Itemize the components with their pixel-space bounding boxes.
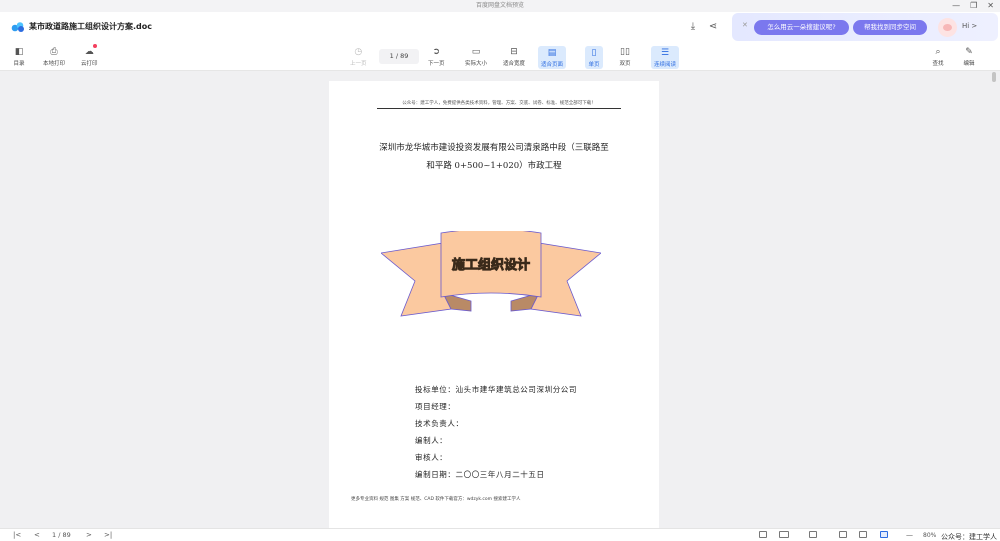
first-page-icon[interactable]: |< — [13, 530, 21, 541]
window-controls: — ❐ ✕ — [952, 0, 994, 12]
sidebar-icon: ◧ — [14, 46, 24, 57]
fit-page-icon: ▤ — [547, 47, 557, 58]
arrow-up-circle-icon: ◷ — [354, 46, 363, 57]
local-print-label: 本地打印 — [43, 61, 66, 67]
field-project-manager: 项目经理： — [415, 402, 456, 411]
continuous-label: 连续阅读 — [654, 62, 677, 68]
field-date: 编制日期：二〇〇三年八月二十五日 — [415, 470, 545, 479]
field-reviewer: 审核人： — [415, 453, 448, 462]
page-header: 公众号：建工学人，免费提供各类技术资料，管理、方案、交底、试卷、标准、规范全部可… — [377, 100, 621, 109]
single-page-icon: ▯ — [591, 47, 597, 58]
last-page-icon[interactable]: >| — [104, 530, 112, 541]
window-title: 百度网盘文档预览 — [475, 2, 524, 9]
bottom-nav-bar: |< < 1 / 89 > >| — 80% — [0, 528, 1000, 541]
prev-page-button[interactable]: ◷ 上一页 — [350, 46, 367, 68]
close-icon[interactable]: ✕ — [987, 0, 994, 12]
document-fields: 投标单位：汕头市建华建筑总公司深圳分公司 项目经理： 技术负责人： 编制人： 审… — [415, 381, 577, 483]
single-page-label: 单页 — [588, 62, 600, 68]
next-page-button[interactable]: ➲ 下一页 — [428, 46, 445, 68]
watermark: 公众号：建工学人 — [941, 533, 997, 541]
fit-page-label: 适合页面 — [541, 62, 564, 68]
pencil-icon: ✎ — [965, 46, 973, 57]
ai-assistant-banner: ✕ 怎么用云一朵搜建议呢? 帮我找到同步空间 Hi > — [732, 13, 998, 41]
zoom-out-icon[interactable]: — — [906, 530, 913, 541]
scroll-view-icon[interactable] — [809, 531, 817, 538]
assistant-greeting[interactable]: Hi > — [962, 22, 977, 30]
cloud-print-button[interactable]: ☁ 云打印 — [81, 44, 98, 67]
next-page-label: 下一页 — [428, 61, 445, 67]
project-title-line-2: 和平路 0+500~1+020）市政工程 — [426, 161, 562, 171]
notification-dot — [93, 44, 98, 48]
continuous-read-button[interactable]: ☰ 连续阅读 — [651, 46, 680, 69]
title-ribbon-banner: 施工组织设计 — [381, 231, 601, 317]
window-title-bar: 百度网盘文档预览 — [0, 0, 1000, 12]
fit-width-label: 适合宽度 — [503, 61, 526, 67]
arrow-right-circle-icon: ➲ — [432, 46, 441, 57]
vertical-scrollbar[interactable] — [992, 72, 996, 82]
fit-page-button[interactable]: ▤ 适合页面 — [538, 46, 567, 69]
cloud-printer-icon: ☁ — [83, 44, 98, 57]
close-banner-icon[interactable]: ✕ — [742, 21, 748, 29]
toc-button[interactable]: ◧ 目录 — [13, 46, 25, 68]
assistant-avatar[interactable] — [938, 18, 957, 37]
baidu-netdisk-logo-icon — [11, 22, 24, 32]
single-page-button[interactable]: ▯ 单页 — [585, 46, 603, 69]
page-footer: 更多专业资料 规范 图集 方案 规范、CAD 软件下载官方：wdzyk.com … — [351, 497, 521, 502]
prev-arrow-icon[interactable]: < — [34, 530, 40, 541]
bottom-page-indicator[interactable]: 1 / 89 — [52, 530, 71, 541]
fit-width-button[interactable]: ⊟ 适合宽度 — [503, 46, 526, 68]
fit-width-icon: ⊟ — [510, 46, 518, 57]
double-page-button[interactable]: ▯▯ 双页 — [619, 46, 631, 68]
double-page-icon: ▯▯ — [620, 46, 630, 57]
continuous-icon: ☰ — [660, 47, 670, 58]
field-technical-lead: 技术负责人： — [415, 419, 464, 428]
local-print-button[interactable]: ⎙ 本地打印 — [43, 46, 66, 68]
single-view-icon[interactable] — [759, 531, 767, 538]
search-icon: ⌕ — [935, 46, 941, 57]
edit-label: 编辑 — [963, 61, 975, 67]
actual-size-view-icon[interactable] — [839, 531, 847, 538]
document-title: 某市政道路施工组织设计方案.doc — [29, 22, 153, 31]
ai-suggestion-pill-2[interactable]: 帮我找到同步空间 — [853, 20, 927, 35]
project-title: 深圳市龙华城市建设投资发展有限公司清泉路中段（三联路至 和平路 0+500~1+… — [344, 139, 644, 175]
project-title-line-1: 深圳市龙华城市建设投资发展有限公司清泉路中段（三联路至 — [379, 143, 609, 153]
viewer-toolbar: ◧ 目录 ⎙ 本地打印 ☁ 云打印 ◷ 上一页 1 / 89 ➲ 下一页 ▭ 实… — [0, 42, 1000, 71]
field-author: 编制人： — [415, 436, 448, 445]
printer-icon: ⎙ — [50, 46, 58, 57]
find-label: 查找 — [932, 61, 944, 67]
cloud-print-label: 云打印 — [81, 61, 98, 67]
share-icon[interactable]: ⋖ — [706, 20, 720, 34]
minimize-icon[interactable]: — — [952, 0, 960, 12]
find-button[interactable]: ⌕ 查找 — [932, 46, 944, 68]
edit-button[interactable]: ✎ 编辑 — [963, 46, 975, 68]
prev-page-label: 上一页 — [350, 61, 367, 67]
download-icon[interactable]: ⤓ — [686, 20, 700, 34]
actual-size-icon: ▭ — [471, 46, 481, 57]
ai-suggestion-pill-1[interactable]: 怎么用云一朵搜建议呢? — [754, 20, 849, 35]
double-page-label: 双页 — [619, 61, 631, 67]
toc-label: 目录 — [13, 61, 25, 67]
zoom-level[interactable]: 80% — [923, 530, 936, 541]
fit-page-view-icon[interactable] — [880, 531, 888, 538]
ribbon-title: 施工组织设计 — [452, 257, 530, 273]
restore-icon[interactable]: ❐ — [970, 0, 977, 12]
next-arrow-icon[interactable]: > — [86, 530, 92, 541]
page-number-input[interactable]: 1 / 89 — [379, 49, 419, 64]
double-view-icon[interactable] — [779, 531, 789, 538]
fit-width-view-icon[interactable] — [859, 531, 867, 538]
document-page: 公众号：建工学人，免费提供各类技术资料，管理、方案、交底、试卷、标准、规范全部可… — [329, 81, 659, 531]
actual-size-label: 实际大小 — [465, 61, 488, 67]
actual-size-button[interactable]: ▭ 实际大小 — [465, 46, 488, 68]
field-bidder: 投标单位：汕头市建华建筑总公司深圳分公司 — [415, 385, 577, 394]
